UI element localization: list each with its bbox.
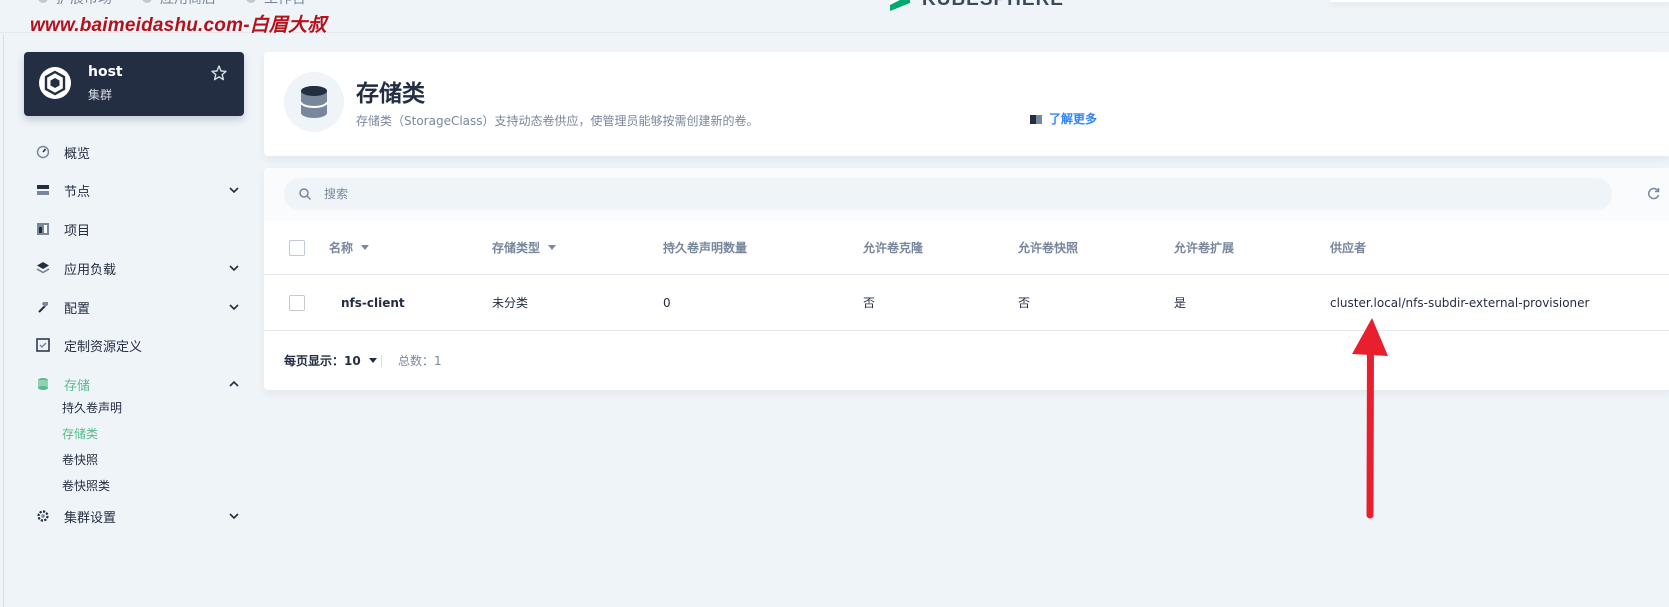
table-row[interactable]: nfs-client 未分类 0 否 否 是 cluster.local/nfs… [264, 275, 1669, 331]
database-icon [300, 86, 328, 118]
cluster-icon [39, 67, 71, 99]
page-description: 存储类（StorageClass）支持动态卷供应，使管理员能够按需创建新的卷。 [356, 114, 759, 128]
search-bar[interactable] [284, 178, 1612, 210]
page-header: 存储类 存储类（StorageClass）支持动态卷供应，使管理员能够按需创建新… [264, 52, 1669, 156]
column-header-pvc-count: 持久卷声明数量 [663, 241, 748, 255]
refresh-icon[interactable] [1646, 186, 1661, 201]
allow-snapshot-cell: 否 [1018, 296, 1031, 310]
row-checkbox[interactable] [289, 294, 305, 311]
sidebar-item-label: 存储 [64, 378, 91, 394]
dashboard-icon [36, 145, 50, 159]
sidebar-subitem-volume-snapshot-classes[interactable]: 卷快照类 [62, 477, 110, 494]
column-header-name[interactable]: 名称 [329, 221, 370, 274]
top-nav-workbench[interactable]: 工作台 [246, 0, 306, 8]
sidebar-item-projects[interactable]: 项目 [24, 212, 250, 246]
annotation-arrow-icon [1352, 318, 1388, 519]
pvc-count-cell: 0 [663, 295, 671, 310]
storage-class-table-panel: 名称 存储类型 持久卷声明数量 允许卷克隆 允许卷快照 允许卷扩展 供应者 nf… [264, 168, 1669, 390]
workbench-icon [246, 0, 256, 3]
sidebar-subitem-volume-snapshots[interactable]: 卷快照 [62, 451, 98, 468]
chevron-down-icon [368, 358, 377, 363]
chevron-down-icon [229, 265, 239, 272]
hammer-icon [38, 302, 48, 313]
chevron-down-icon [229, 304, 239, 311]
cluster-type: 集群 [88, 88, 113, 102]
crd-icon [36, 338, 50, 352]
column-header-allow-expand: 允许卷扩展 [1174, 241, 1235, 255]
project-icon [37, 223, 49, 235]
server-icon [37, 185, 49, 195]
sidebar-item-label: 应用负载 [64, 262, 117, 278]
store-icon [142, 0, 152, 3]
filter-caret-icon [548, 245, 557, 250]
sidebar-item-storage[interactable]: 存储 [24, 367, 250, 401]
select-all-checkbox[interactable] [289, 239, 305, 256]
brand-logo[interactable]: KUBESPHERE [888, 0, 1064, 11]
top-right-panel [1330, 0, 1669, 2]
divider [381, 354, 382, 367]
page-size-label: 每页显示： [284, 354, 345, 368]
column-header-allow-snapshot: 允许卷快照 [1018, 241, 1079, 255]
extension-icon [38, 0, 48, 3]
sidebar-item-label: 概览 [64, 146, 91, 162]
table-header: 名称 存储类型 持久卷声明数量 允许卷克隆 允许卷快照 允许卷扩展 供应者 [264, 221, 1669, 275]
top-nav: 扩展市场 应用商店 工作台 [38, 0, 306, 8]
top-nav-extensions[interactable]: 扩展市场 [38, 0, 112, 8]
column-header-allow-clone: 允许卷克隆 [863, 241, 924, 255]
page-size-value: 10 [344, 353, 361, 368]
allow-expand-cell: 是 [1174, 296, 1187, 310]
divider [3, 34, 4, 607]
star-icon[interactable] [210, 64, 228, 82]
chevron-down-icon [229, 513, 239, 520]
sidebar-item-crds[interactable]: 定制资源定义 [24, 328, 250, 362]
gear-icon [37, 510, 49, 522]
allow-clone-cell: 否 [863, 296, 876, 310]
layers-icon [36, 262, 50, 274]
cluster-card[interactable]: host 集群 [24, 52, 244, 116]
sidebar-item-workloads[interactable]: 应用负载 [24, 251, 250, 285]
sidebar-item-cluster-settings[interactable]: 集群设置 [24, 499, 250, 533]
pagination: 每页显示： 10 总数：1 [264, 331, 1669, 390]
watermark: www.baimeidashu.com-白眉大叔 [30, 15, 327, 36]
page-icon-wrapper [284, 72, 344, 132]
database-icon [38, 378, 48, 390]
kubesphere-logo-icon [890, 0, 910, 11]
chevron-down-icon [229, 187, 239, 194]
sidebar-item-configuration[interactable]: 配置 [24, 290, 250, 324]
storage-class-name-link[interactable]: nfs-client [341, 275, 405, 330]
cluster-name: host [88, 64, 123, 80]
book-icon [1030, 114, 1042, 124]
sidebar-item-label: 项目 [64, 223, 91, 239]
sidebar-item-overview[interactable]: 概览 [24, 135, 250, 169]
page-size-select[interactable]: 每页显示： 10 [284, 352, 377, 369]
storage-type-cell: 未分类 [492, 296, 529, 310]
learn-more-link[interactable]: 了解更多 [1029, 110, 1097, 127]
search-icon [299, 188, 312, 201]
column-header-storage-type[interactable]: 存储类型 [492, 221, 557, 274]
sidebar-item-nodes[interactable]: 节点 [24, 173, 250, 207]
sort-caret-icon [361, 245, 370, 250]
page-title: 存储类 [356, 81, 425, 107]
column-header-provisioner: 供应者 [1330, 241, 1367, 255]
sidebar-item-label: 配置 [64, 301, 91, 317]
sidebar-item-label: 定制资源定义 [64, 339, 143, 355]
top-nav-app-store[interactable]: 应用商店 [142, 0, 216, 8]
sidebar-subitem-pvc[interactable]: 持久卷声明 [62, 399, 122, 416]
brand-name: KUBESPHERE [922, 0, 1064, 11]
sidebar-item-label: 节点 [64, 184, 91, 200]
search-input[interactable] [324, 178, 1594, 210]
sidebar-item-label: 集群设置 [64, 510, 117, 526]
sidebar-subitem-storage-classes[interactable]: 存储类 [62, 425, 98, 442]
learn-more-label: 了解更多 [1049, 112, 1098, 126]
table-toolbar [264, 168, 1669, 221]
chevron-up-icon [229, 380, 239, 387]
total-count: 总数：1 [398, 354, 442, 368]
